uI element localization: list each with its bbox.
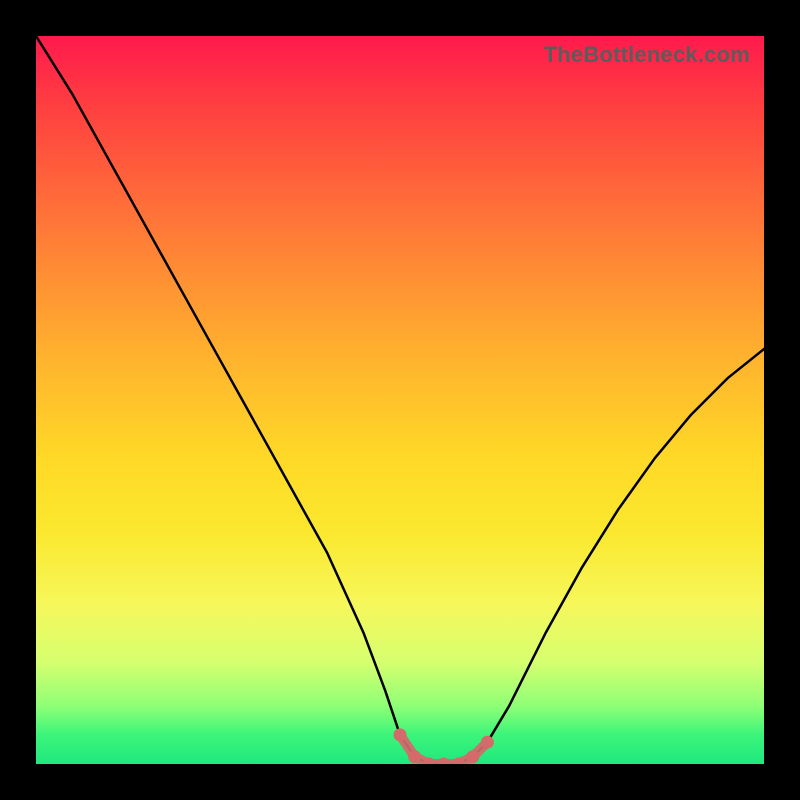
- curve-layer: [36, 36, 764, 764]
- optimal-range-marker: [437, 758, 450, 765]
- optimal-range-marker: [394, 728, 407, 741]
- optimal-range-marker: [466, 750, 479, 763]
- plot-area: TheBottleneck.com: [36, 36, 764, 764]
- marker-layer: [394, 728, 494, 764]
- optimal-range-marker: [481, 736, 494, 749]
- optimal-range-marker: [408, 750, 421, 763]
- chart-frame: TheBottleneck.com: [0, 0, 800, 800]
- chart-svg: [36, 36, 764, 764]
- bottleneck-curve: [36, 36, 764, 764]
